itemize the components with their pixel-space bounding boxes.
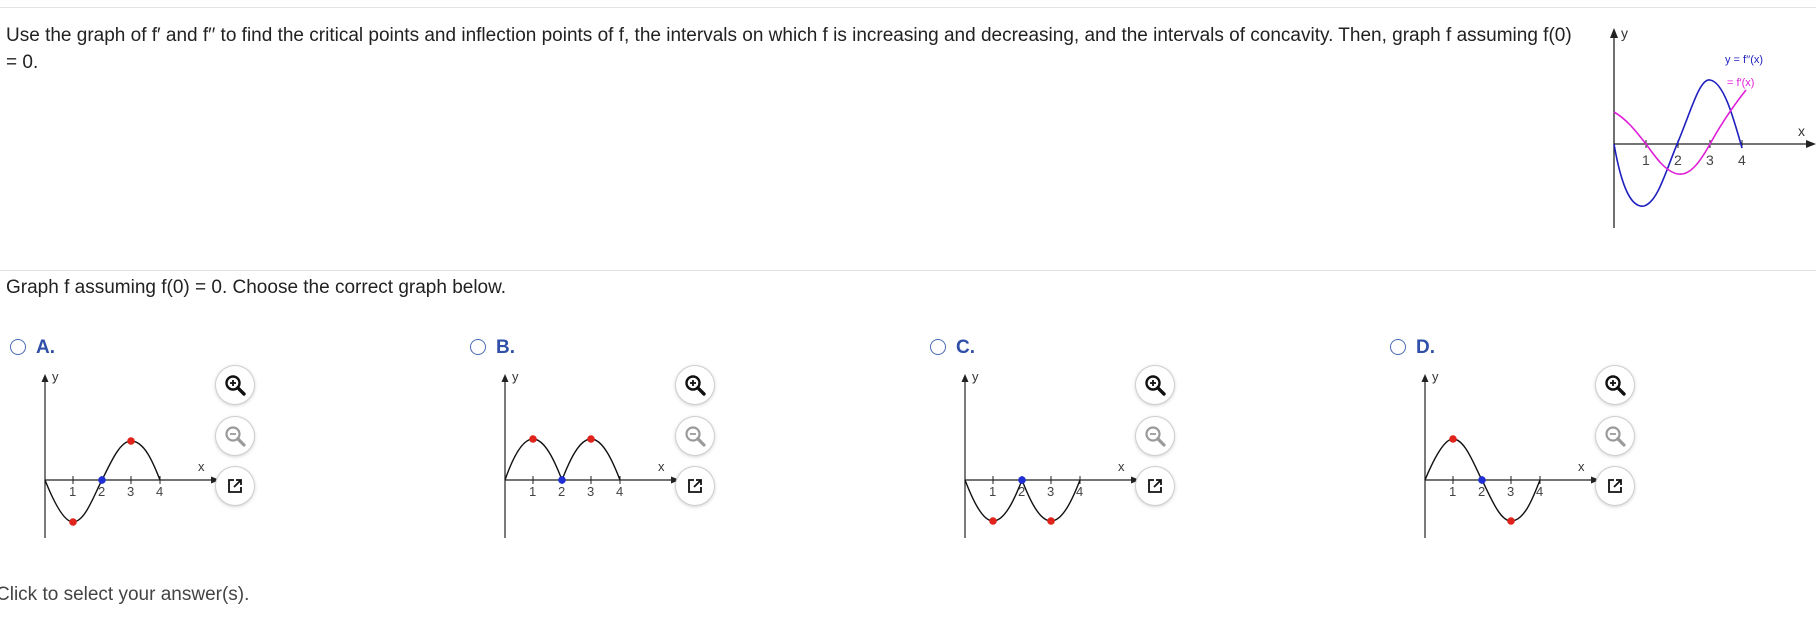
zoom-in-icon bbox=[1605, 375, 1626, 396]
zoom-out-icon bbox=[685, 426, 706, 447]
mini-tick-label: 4 bbox=[616, 484, 623, 499]
main-x-arrow bbox=[1806, 140, 1816, 148]
critical-point bbox=[1047, 517, 1055, 525]
first-derivative-label: = f′(x) bbox=[1727, 77, 1754, 89]
zoom-out-icon bbox=[225, 426, 246, 447]
main-tick-label: 1 bbox=[1642, 152, 1650, 168]
mini-x-label: x bbox=[1578, 459, 1585, 474]
option-a-zoom-out-button[interactable] bbox=[216, 417, 254, 455]
mini-tick-label: 2 bbox=[1478, 484, 1485, 499]
option-a-open-button[interactable] bbox=[216, 467, 254, 505]
option-d-letter[interactable]: D. bbox=[1416, 337, 1435, 359]
mini-tick-label: 1 bbox=[529, 484, 536, 499]
external-link-icon bbox=[228, 479, 242, 493]
option-d-radio[interactable] bbox=[1390, 339, 1406, 355]
option-b-zoom-out-button[interactable] bbox=[676, 417, 714, 455]
inflection-point bbox=[98, 476, 106, 484]
critical-point bbox=[529, 435, 537, 443]
mini-tick-label: 3 bbox=[587, 484, 594, 499]
option-a-zoom-in-button[interactable] bbox=[216, 366, 254, 404]
zoom-out-icon bbox=[1605, 426, 1626, 447]
external-link-icon bbox=[1148, 479, 1162, 493]
critical-point bbox=[1507, 517, 1515, 525]
zoom-in-icon bbox=[685, 375, 706, 396]
section-divider bbox=[0, 270, 1816, 271]
option-b-zoom-in-button[interactable] bbox=[676, 366, 714, 404]
option-c-radio[interactable] bbox=[930, 339, 946, 355]
main-tick-label: 4 bbox=[1738, 152, 1746, 168]
mini-x-label: x bbox=[658, 459, 665, 474]
f-curve bbox=[504, 438, 621, 482]
critical-point bbox=[127, 437, 135, 445]
option-c-graph: y x 1 2 3 4 bbox=[961, 370, 1140, 538]
main-tick-label: 3 bbox=[1706, 152, 1714, 168]
option-b-letter[interactable]: B. bbox=[496, 337, 515, 359]
option-d-zoom-in-button[interactable] bbox=[1596, 366, 1634, 404]
mini-x-label: x bbox=[198, 459, 205, 474]
inflection-point bbox=[1478, 476, 1486, 484]
mini-y-arrow bbox=[501, 374, 509, 382]
mini-tick-label: 4 bbox=[156, 484, 163, 499]
mini-tick-label: 3 bbox=[1047, 484, 1054, 499]
option-b-radio[interactable] bbox=[470, 339, 486, 355]
mini-x-label: x bbox=[1118, 459, 1125, 474]
derivative-graph: y x 1 2 3 4 y = f′′(x) = f′(x) bbox=[1610, 25, 1816, 228]
zoom-in-icon bbox=[225, 375, 246, 396]
option-d-open-button[interactable] bbox=[1596, 467, 1634, 505]
external-link-icon bbox=[688, 479, 702, 493]
mini-y-arrow bbox=[41, 374, 49, 382]
main-y-arrow bbox=[1610, 28, 1618, 38]
mini-tick-label: 1 bbox=[989, 484, 996, 499]
second-derivative-label: y = f′′(x) bbox=[1725, 54, 1763, 66]
mini-tick-label: 3 bbox=[127, 484, 134, 499]
option-a-graph: y x 1 2 3 4 bbox=[41, 370, 220, 538]
critical-point bbox=[989, 517, 997, 525]
zoom-out-icon bbox=[1145, 426, 1166, 447]
mini-y-label: y bbox=[52, 370, 59, 384]
option-a-radio[interactable] bbox=[10, 339, 26, 355]
top-divider bbox=[0, 7, 1816, 8]
option-d-zoom-out-button[interactable] bbox=[1596, 417, 1634, 455]
mini-y-arrow bbox=[961, 374, 969, 382]
option-d-graph: y x 1 2 3 4 bbox=[1421, 370, 1600, 538]
inflection-point bbox=[1018, 476, 1026, 484]
graph-prompt: Graph f assuming f(0) = 0. Choose the co… bbox=[6, 277, 507, 298]
option-d[interactable]: D. y x 1 2 3 4 bbox=[1380, 335, 1816, 545]
critical-point bbox=[69, 518, 77, 526]
option-a[interactable]: A. y x 1 2 3 4 bbox=[0, 335, 460, 545]
option-c-open-button[interactable] bbox=[1136, 467, 1174, 505]
mini-tick-label: 1 bbox=[69, 484, 76, 499]
question-text: Use the graph of f′ and f′′ to find the … bbox=[6, 25, 1572, 73]
mini-y-label: y bbox=[1432, 370, 1439, 384]
main-x-axis-label: x bbox=[1798, 123, 1805, 139]
critical-point bbox=[587, 435, 595, 443]
critical-point bbox=[1449, 435, 1457, 443]
mini-tick-label: 1 bbox=[1449, 484, 1456, 499]
option-a-letter[interactable]: A. bbox=[36, 337, 55, 359]
main-y-axis-label: y bbox=[1621, 25, 1628, 41]
option-b-open-button[interactable] bbox=[676, 467, 714, 505]
option-c-zoom-out-button[interactable] bbox=[1136, 417, 1174, 455]
option-b-graph: y x 1 2 3 4 bbox=[501, 370, 680, 538]
mini-tick-label: 3 bbox=[1507, 484, 1514, 499]
inflection-point bbox=[558, 476, 566, 484]
option-c[interactable]: C. y x 1 2 3 4 bbox=[920, 335, 1380, 545]
external-link-icon bbox=[1608, 479, 1622, 493]
main-tick-label: 2 bbox=[1674, 152, 1682, 168]
mini-y-label: y bbox=[972, 370, 979, 384]
mini-tick-label: 2 bbox=[558, 484, 565, 499]
zoom-in-icon bbox=[1145, 375, 1166, 396]
second-derivative-curve bbox=[1613, 79, 1743, 207]
option-c-letter[interactable]: C. bbox=[956, 337, 975, 359]
mini-y-arrow bbox=[1421, 374, 1429, 382]
option-c-zoom-in-button[interactable] bbox=[1136, 366, 1174, 404]
mini-y-label: y bbox=[512, 370, 519, 384]
option-b[interactable]: B. y x 1 2 3 4 bbox=[460, 335, 920, 545]
select-answer-hint: Click to select your answer(s). bbox=[0, 584, 250, 605]
